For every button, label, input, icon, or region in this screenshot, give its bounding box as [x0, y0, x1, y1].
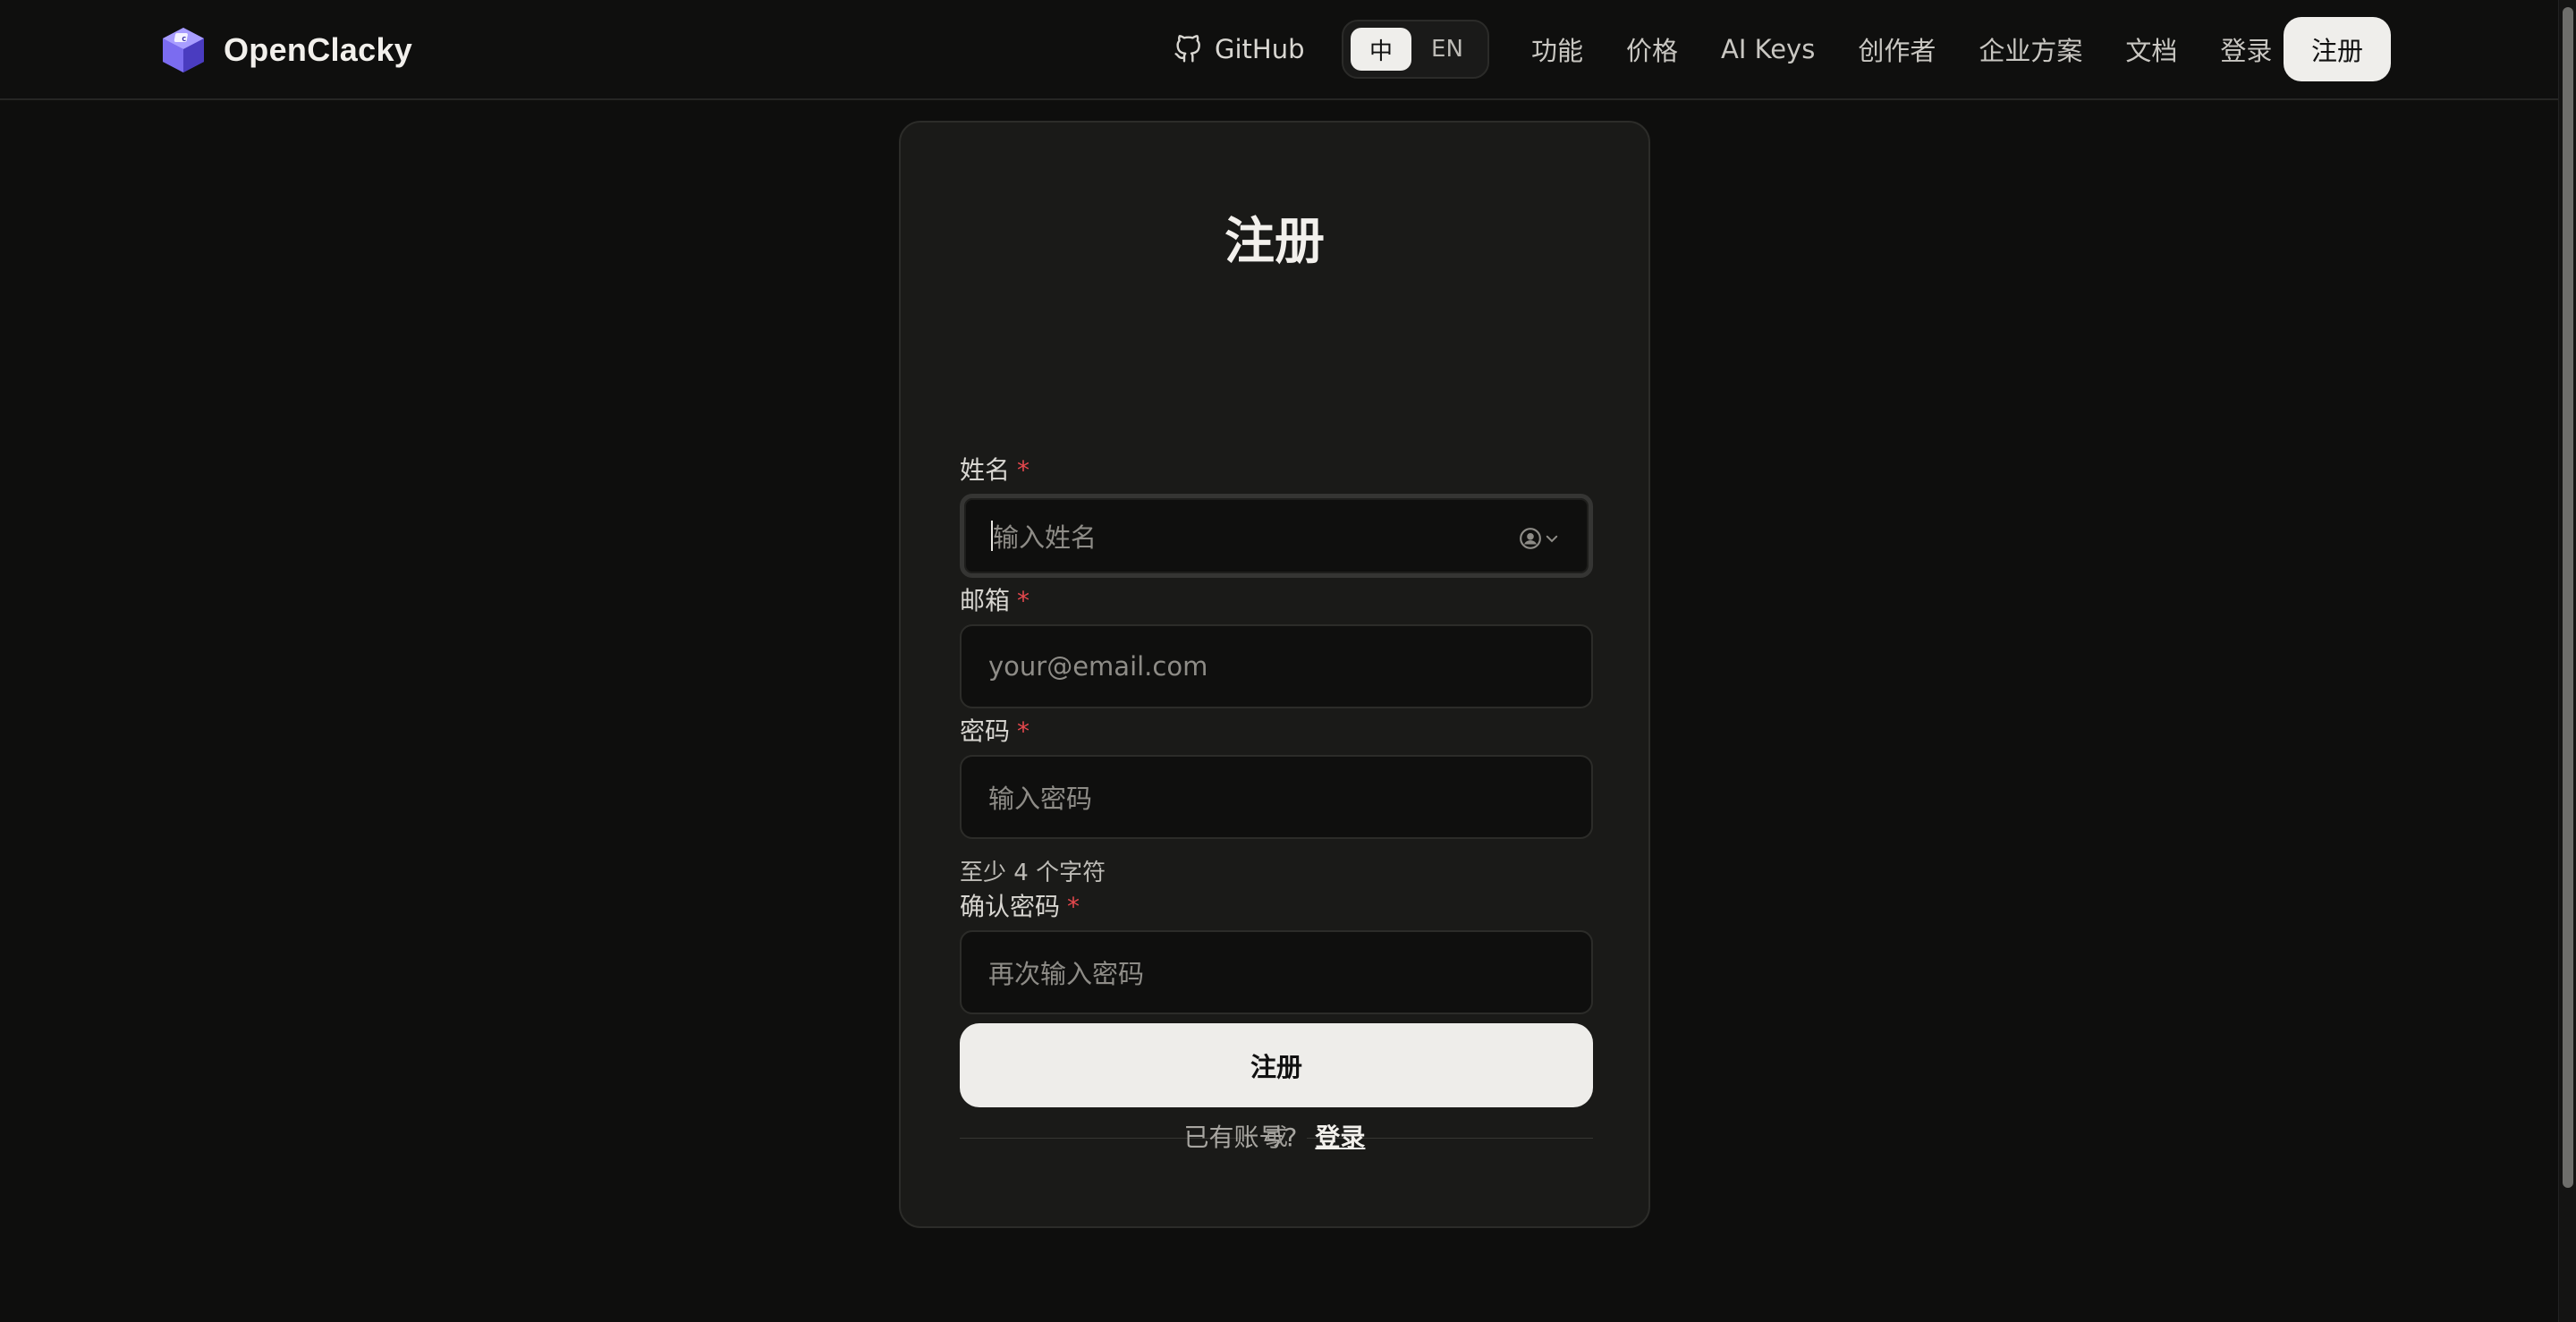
top-nav-bar: c OpenClacky GitHub 中 EN 功能 价格 AI Keys 创… — [0, 0, 2558, 100]
name-input[interactable]: 输入姓名 — [960, 494, 1593, 578]
nav-pricing[interactable]: 价格 — [1626, 30, 1678, 68]
scrollbar[interactable] — [2558, 0, 2576, 1322]
password-label: 密码 * — [960, 712, 1030, 748]
logo-cube-icon: c — [163, 28, 204, 72]
nav-signup-button[interactable]: 注册 — [2284, 17, 2391, 81]
github-icon — [1174, 35, 1200, 63]
signup-card: 注册 姓名 * 输入姓名 邮箱 * your@email.com 密码 * 输入密码 … — [899, 121, 1650, 1228]
brand[interactable]: c OpenClacky — [157, 23, 412, 77]
password-label-text: 密码 — [960, 716, 1011, 746]
page-title: 注册 — [1224, 213, 1325, 271]
nav-login[interactable]: 登录 — [2220, 30, 2272, 68]
nav-links: 功能 价格 AI Keys 创作者 企业方案 文档 登录 — [1531, 27, 2272, 72]
nav-creators[interactable]: 创作者 — [1858, 30, 1936, 68]
nav-enterprise[interactable]: 企业方案 — [1979, 30, 2082, 68]
chevron-down-icon — [1546, 535, 1558, 543]
lang-en-button[interactable]: EN — [1417, 28, 1478, 71]
confirm-password-label: 确认密码 * — [960, 887, 1080, 923]
confirm-password-input[interactable]: 再次输入密码 — [960, 930, 1593, 1014]
github-link[interactable]: GitHub — [1174, 27, 1305, 72]
have-account-text: 已有账号? — [1183, 1123, 1298, 1152]
login-prompt-row: 已有账号? 登录 — [899, 1118, 1650, 1154]
svg-text:c: c — [182, 35, 186, 44]
email-placeholder: your@email.com — [988, 651, 1208, 682]
required-mark: * — [1017, 586, 1030, 615]
required-mark: * — [1067, 892, 1080, 921]
confirm-password-placeholder: 再次输入密码 — [988, 959, 1145, 989]
password-input[interactable]: 输入密码 — [960, 755, 1593, 839]
github-label: GitHub — [1215, 34, 1305, 64]
submit-signup-button[interactable]: 注册 — [960, 1023, 1593, 1107]
login-link[interactable]: 登录 — [1315, 1118, 1365, 1154]
name-label-text: 姓名 — [960, 455, 1011, 485]
autofill-button[interactable] — [1519, 525, 1562, 552]
email-label: 邮箱 * — [960, 581, 1030, 617]
nav-docs[interactable]: 文档 — [2125, 30, 2177, 68]
nav-ai-keys[interactable]: AI Keys — [1721, 34, 1815, 64]
required-mark: * — [1017, 455, 1030, 485]
brand-name: OpenClacky — [224, 31, 413, 68]
email-label-text: 邮箱 — [960, 586, 1011, 615]
autofill-contact-icon — [1520, 528, 1541, 549]
name-placeholder: 输入姓名 — [993, 522, 1097, 553]
confirm-label-text: 确认密码 — [960, 892, 1061, 921]
language-switch: 中 EN — [1342, 20, 1489, 79]
password-hint: 至少 4 个字符 — [960, 860, 1106, 886]
email-input[interactable]: your@email.com — [960, 624, 1593, 708]
required-mark: * — [1017, 716, 1030, 746]
password-placeholder: 输入密码 — [988, 784, 1093, 814]
nav-features[interactable]: 功能 — [1531, 30, 1583, 68]
name-label: 姓名 * — [960, 451, 1030, 487]
lang-zh-button[interactable]: 中 — [1351, 28, 1411, 71]
scrollbar-thumb[interactable] — [2563, 7, 2573, 1188]
